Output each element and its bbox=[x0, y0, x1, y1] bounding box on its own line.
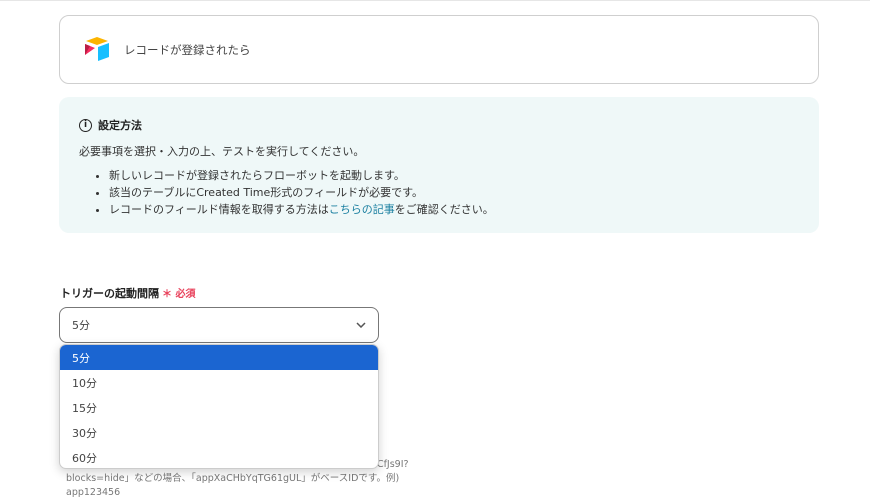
top-divider bbox=[0, 0, 870, 1]
required-badge: ＊ 必須 bbox=[162, 289, 196, 300]
option-30min[interactable]: 30分 bbox=[60, 420, 378, 445]
article-link[interactable]: こちらの記事 bbox=[329, 203, 395, 216]
chevron-down-icon bbox=[356, 320, 366, 331]
info-bullet: 該当のテーブルにCreated Time形式のフィールドが必要です。 bbox=[109, 184, 799, 201]
trigger-card[interactable]: レコードが登録されたら bbox=[59, 15, 819, 84]
info-list: 新しいレコードが登録されたらフローボットを起動します。 該当のテーブルにCrea… bbox=[79, 167, 799, 218]
info-bullet-text: をご確認ください。 bbox=[394, 203, 494, 216]
interval-label-text: トリガーの起動間隔 bbox=[60, 287, 159, 300]
info-bullet: 新しいレコードが登録されたらフローボットを起動します。 bbox=[109, 167, 799, 184]
info-description: 必要事項を選択・入力の上、テストを実行してください。 bbox=[79, 145, 365, 158]
interval-select[interactable]: 5分 bbox=[59, 307, 379, 343]
info-bullet-text: レコードのフィールド情報を取得する方法は bbox=[109, 203, 329, 216]
required-text: 必須 bbox=[175, 289, 196, 300]
option-10min[interactable]: 10分 bbox=[60, 370, 378, 395]
info-icon: i bbox=[79, 118, 92, 132]
hint-line-2: blocks=hide」などの場合、「appXaCHbYqTG61gUL」がベー… bbox=[66, 473, 400, 484]
interval-select-value: 5分 bbox=[72, 319, 90, 332]
interval-dropdown-menu: 5分 10分 15分 30分 60分 bbox=[59, 344, 379, 469]
airtable-logo-icon bbox=[82, 35, 112, 65]
option-60min[interactable]: 60分 bbox=[60, 445, 378, 468]
setup-info-box: i 設定方法 必要事項を選択・入力の上、テストを実行してください。 新しいレコー… bbox=[59, 97, 819, 233]
info-bullet: レコードのフィールド情報を取得する方法はこちらの記事をご確認ください。 bbox=[109, 201, 799, 218]
hint-line-3: app123456 bbox=[66, 487, 121, 498]
interval-label: トリガーの起動間隔＊ 必須 bbox=[60, 285, 195, 301]
info-heading: 設定方法 bbox=[98, 119, 142, 132]
option-15min[interactable]: 15分 bbox=[60, 395, 378, 420]
trigger-title: レコードが登録されたら bbox=[124, 42, 251, 57]
option-5min[interactable]: 5分 bbox=[60, 345, 378, 370]
